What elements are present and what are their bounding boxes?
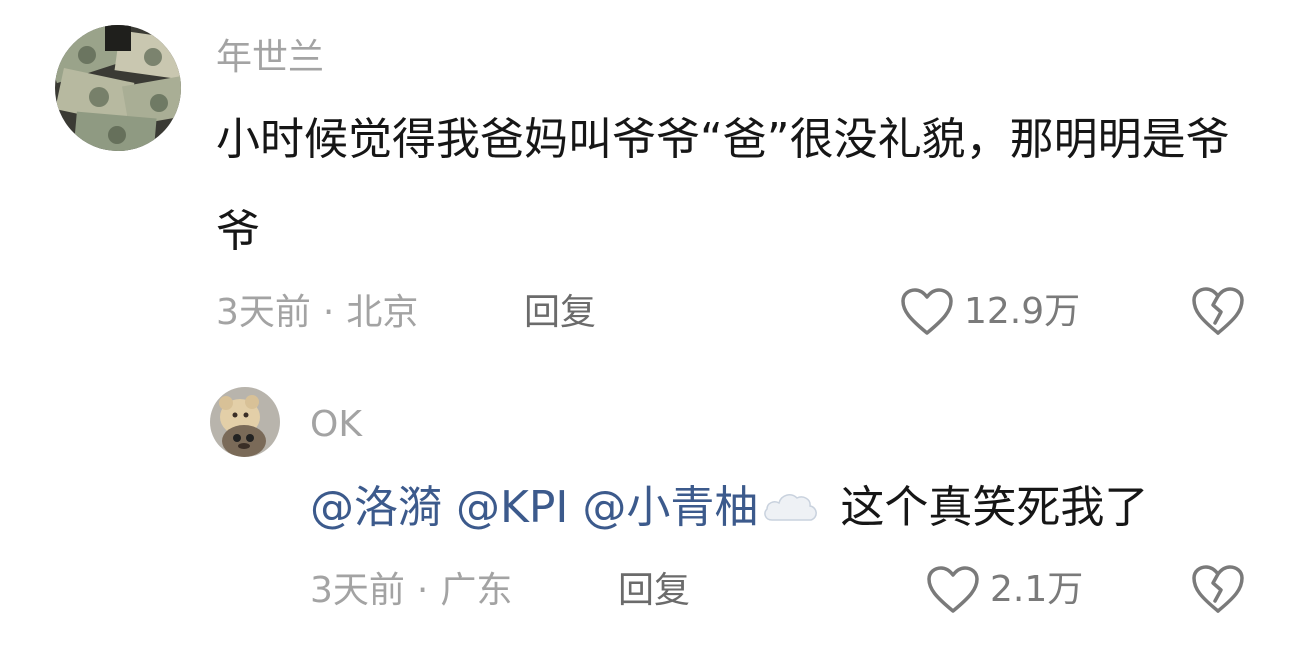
teddy-bear-avatar-icon <box>210 387 280 457</box>
reply-meta: 3天前 · 广东 <box>310 568 512 614</box>
mention-link[interactable]: @KPI <box>456 482 568 533</box>
comment-location: 北京 <box>346 292 419 333</box>
broken-heart-icon <box>1192 287 1244 335</box>
broken-heart-icon <box>1192 565 1244 613</box>
replier-avatar[interactable] <box>210 387 280 457</box>
reply-reply-button[interactable]: 回复 <box>618 568 690 614</box>
comment-like-count: 12.9万 <box>964 291 1081 332</box>
commenter-avatar[interactable] <box>55 25 181 151</box>
reply-like-button[interactable]: 2.1万 <box>926 563 1083 617</box>
comment-time: 3天前 <box>216 292 311 333</box>
heart-outline-icon <box>927 566 979 613</box>
reply-text: @洛漪 @KPI @小青柚 这个真笑死我了 <box>310 462 1290 554</box>
commenter-name[interactable]: 年世兰 <box>216 36 324 80</box>
reply-like-count: 2.1万 <box>990 569 1084 610</box>
meta-separator: · <box>416 570 429 611</box>
heart-outline-icon <box>901 288 953 335</box>
reply-message: 这个真笑死我了 <box>840 482 1149 533</box>
reply-location: 广东 <box>440 570 513 611</box>
comment-reply-button[interactable]: 回复 <box>524 290 596 336</box>
mention-link[interactable]: @小青柚 <box>582 482 758 533</box>
meta-separator: · <box>322 292 335 333</box>
mention-link[interactable]: @洛漪 <box>310 482 442 533</box>
reply-time: 3天前 <box>310 570 405 611</box>
comment-like-button[interactable]: 12.9万 <box>900 285 1080 339</box>
comment-meta: 3天前 · 北京 <box>216 290 418 336</box>
reply-dislike-button[interactable] <box>1190 563 1246 615</box>
cloud-icon <box>764 494 818 521</box>
comment-text: 小时候觉得我爸妈叫爷爷“爸”很没礼貌，那明明是爷爷 <box>216 114 1230 257</box>
money-stack-avatar-icon <box>55 25 181 151</box>
comment-dislike-button[interactable] <box>1190 285 1246 337</box>
replier-name[interactable]: OK <box>310 403 362 447</box>
